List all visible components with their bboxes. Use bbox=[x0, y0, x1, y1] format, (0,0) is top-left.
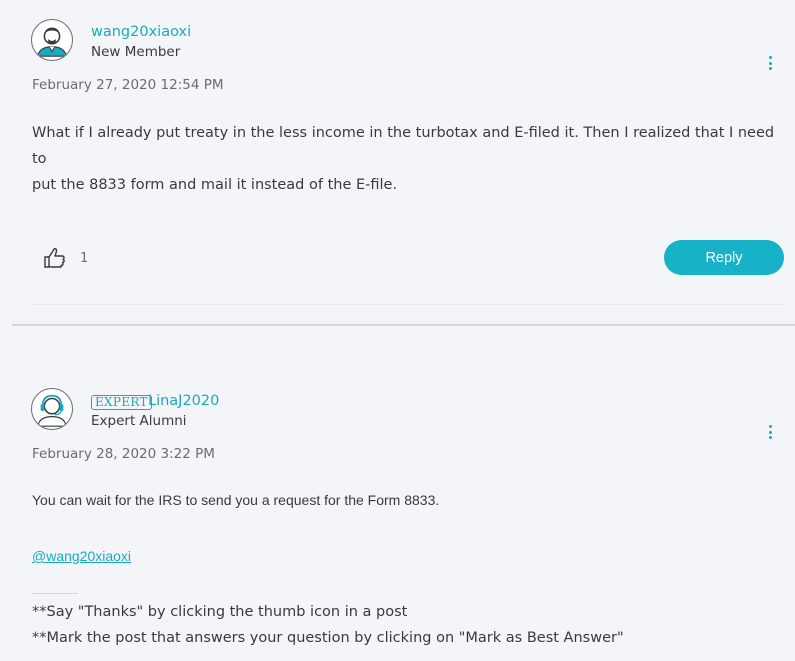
expert-badge: EXPERT bbox=[91, 395, 152, 410]
kudo-button[interactable] bbox=[43, 246, 67, 270]
answer-text: You can wait for the IRS to send you a r… bbox=[32, 492, 440, 508]
community-post-answer: EXPERT LinaJ2020 Expert Alumni February … bbox=[12, 328, 795, 661]
expert-headset-avatar-icon[interactable] bbox=[31, 388, 73, 430]
kudo-count: 1 bbox=[80, 251, 89, 266]
reply-button[interactable]: Reply bbox=[664, 240, 784, 275]
author-rank: Expert Alumni bbox=[91, 413, 187, 429]
divider bbox=[32, 304, 784, 305]
divider bbox=[32, 593, 78, 594]
thumbs-up-icon bbox=[44, 248, 65, 268]
post-body-line: What if I already put treaty in the less… bbox=[32, 125, 775, 167]
post-body: What if I already put treaty in the less… bbox=[32, 120, 787, 198]
author-username[interactable]: LinaJ2020 bbox=[148, 393, 219, 409]
author-username[interactable]: wang20xiaoxi bbox=[91, 24, 191, 40]
community-post-question: wang20xiaoxi New Member February 27, 202… bbox=[12, 0, 795, 326]
kebab-menu-icon[interactable] bbox=[767, 56, 773, 70]
post-date: February 28, 2020 3:22 PM bbox=[32, 446, 215, 462]
post-body-line: put the 8833 form and mail it instead of… bbox=[32, 177, 398, 193]
user-mention-link[interactable]: @wang20xiaoxi bbox=[32, 548, 131, 564]
post-date: February 27, 2020 12:54 PM bbox=[32, 77, 224, 93]
author-rank: New Member bbox=[91, 44, 181, 60]
kebab-menu-icon[interactable] bbox=[767, 425, 773, 439]
user-avatar-icon[interactable] bbox=[31, 19, 73, 61]
signature-tip: **Mark the post that answers your questi… bbox=[32, 630, 624, 646]
signature-tip: **Say "Thanks" by clicking the thumb ico… bbox=[32, 604, 408, 620]
